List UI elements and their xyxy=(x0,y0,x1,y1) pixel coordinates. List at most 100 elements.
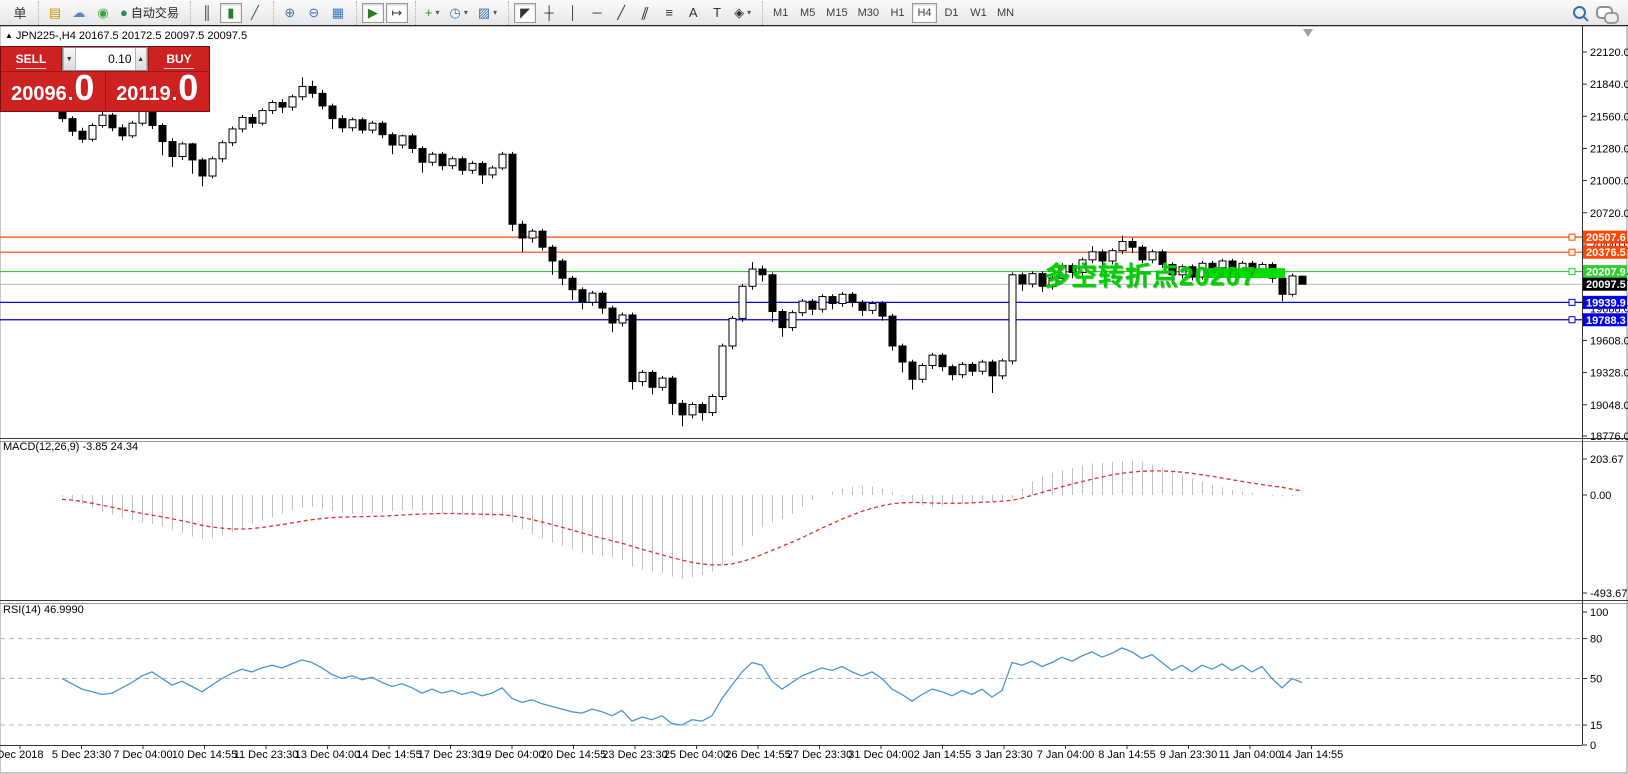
navigator-icon: ☁ xyxy=(72,5,86,20)
tf-m1-button[interactable]: M1 xyxy=(768,3,793,23)
level-handle[interactable] xyxy=(1568,268,1576,276)
zoom-in-button[interactable]: ⊕ xyxy=(279,3,301,23)
time-label: Dec 2018 xyxy=(0,749,44,761)
candle xyxy=(718,345,727,397)
candle xyxy=(968,363,977,372)
candle xyxy=(508,153,517,225)
level-handle[interactable] xyxy=(1568,248,1576,256)
tf-mn-button[interactable]: MN xyxy=(993,3,1018,23)
candle xyxy=(248,116,257,124)
sell-button[interactable]: SELL xyxy=(1,47,61,71)
tf-h1-button[interactable]: H1 xyxy=(885,3,910,23)
chart-shift-icon: ↦ xyxy=(391,5,403,20)
candle xyxy=(1288,275,1297,295)
toolbar-group-panels: ▤ ☁ ◉ ● 自动交易 xyxy=(38,0,188,25)
tf-m15-button[interactable]: M15 xyxy=(822,3,851,23)
arrows-button[interactable]: ◈ ▾ xyxy=(730,3,755,23)
candle xyxy=(868,302,877,311)
arrows-icon: ◈ xyxy=(734,5,745,20)
price-tick-label: 20720.0 xyxy=(1590,208,1628,220)
candle xyxy=(178,143,187,157)
collapse-triangle-icon: ▲ xyxy=(5,31,13,40)
auto-scroll-button[interactable]: ▶ xyxy=(361,2,384,23)
sell-price[interactable]: 20096 . 0 xyxy=(1,70,105,111)
buy-button[interactable]: BUY xyxy=(149,47,209,71)
horizontal-line-button[interactable]: ─ xyxy=(586,3,608,23)
tf-d1-button[interactable]: D1 xyxy=(939,3,964,23)
navigator-button[interactable]: ☁ xyxy=(68,3,90,23)
level-handle[interactable] xyxy=(1568,298,1576,306)
arrows-dropdown-icon[interactable]: ▾ xyxy=(747,8,751,17)
rsi-tick-label: 15 xyxy=(1590,720,1602,732)
text-button[interactable]: A xyxy=(682,3,704,23)
candle xyxy=(308,85,317,94)
signals-button[interactable]: ◉ xyxy=(92,3,114,23)
chart-annotation-text[interactable]: 多空转折点20207 xyxy=(1044,256,1256,293)
chart-shift-button[interactable]: ↦ xyxy=(385,2,408,23)
candle xyxy=(388,134,397,146)
trendline-button[interactable]: ╱ xyxy=(610,3,632,23)
level-handle[interactable] xyxy=(1568,316,1576,324)
buy-price-dot: . xyxy=(171,83,178,105)
candle xyxy=(198,159,207,177)
candle xyxy=(88,124,97,140)
candle xyxy=(258,110,267,124)
tf-h4-button[interactable]: H4 xyxy=(911,2,937,23)
auto-trading-button[interactable]: ● 自动交易 xyxy=(116,3,183,23)
candle xyxy=(98,114,107,126)
level-price-label: 19788.3 xyxy=(1586,315,1626,327)
indicators-button[interactable]: + ▾ xyxy=(421,3,444,23)
templates-dropdown-icon[interactable]: ▾ xyxy=(493,8,497,17)
candle xyxy=(808,300,817,310)
market-watch-button[interactable]: ▤ xyxy=(44,3,66,23)
candle xyxy=(188,143,197,161)
candle xyxy=(928,354,937,366)
line-chart-button[interactable]: ╱ xyxy=(244,3,266,23)
new-order-button[interactable]: 单 xyxy=(9,3,31,23)
time-label: 7 Jan 04:00 xyxy=(1037,749,1095,761)
candle xyxy=(1118,240,1127,252)
time-label: 2 Jan 14:55 xyxy=(914,749,972,761)
tile-windows-button[interactable]: ▦ xyxy=(327,3,349,23)
time-label: 7 Dec 04:00 xyxy=(113,749,172,761)
toolbar-group-zoom: ⊕ ⊖ ▦ xyxy=(272,0,354,25)
candle xyxy=(798,300,807,314)
tf-m5-button[interactable]: M5 xyxy=(795,3,820,23)
cursor-button[interactable]: ◤ xyxy=(514,2,537,23)
fibonacci-button[interactable]: ≡ xyxy=(658,3,680,23)
buy-price[interactable]: 20119 . 0 xyxy=(105,70,209,111)
toolbar-group-scroll: ▶ ↦ xyxy=(355,0,413,25)
candle xyxy=(548,246,557,262)
candle xyxy=(738,285,747,319)
candle xyxy=(728,317,737,347)
volume-up-button[interactable]: ▲ xyxy=(134,48,147,70)
candle xyxy=(208,158,217,177)
level-handle[interactable] xyxy=(1568,233,1576,241)
periods-dropdown-icon[interactable]: ▾ xyxy=(464,8,468,17)
toolbar-group-drawing: ◤ ┼ │ ─ ╱ ∥ ≡ A T ◈ ▾ xyxy=(508,0,760,25)
mt4-terminal: { "window": {"width": 1628, "height": 77… xyxy=(0,0,1628,774)
templates-button[interactable]: ▨ ▾ xyxy=(474,3,501,23)
search-button[interactable] xyxy=(1568,3,1590,23)
chart-canvas[interactable]: 22120.0 21840.0 21560.0 21280.0 21000.0 20720… xyxy=(0,0,1628,774)
candlestick-chart-button[interactable]: ▮ xyxy=(219,2,242,23)
chat-button[interactable] xyxy=(1592,3,1619,24)
time-label: 26 Dec 14:55 xyxy=(725,749,790,761)
candle xyxy=(168,141,177,157)
rsi-tick-label: 0 xyxy=(1590,740,1596,752)
time-label: 13 Dec 04:00 xyxy=(295,749,360,761)
rsi-tick-label: 50 xyxy=(1590,674,1602,686)
candle xyxy=(378,122,387,136)
label-button[interactable]: T xyxy=(706,3,728,23)
candle xyxy=(938,354,947,368)
vertical-line-button[interactable]: │ xyxy=(562,3,584,23)
crosshair-button[interactable]: ┼ xyxy=(538,3,560,23)
tf-w1-button[interactable]: W1 xyxy=(966,3,991,23)
candle xyxy=(528,230,537,239)
channel-button[interactable]: ∥ xyxy=(634,3,656,23)
tf-m30-button[interactable]: M30 xyxy=(854,3,883,23)
zoom-out-button[interactable]: ⊖ xyxy=(303,3,325,23)
bar-chart-button[interactable]: ║ xyxy=(196,3,218,23)
indicators-dropdown-icon[interactable]: ▾ xyxy=(435,8,439,17)
periods-button[interactable]: ◷ ▾ xyxy=(445,3,471,23)
